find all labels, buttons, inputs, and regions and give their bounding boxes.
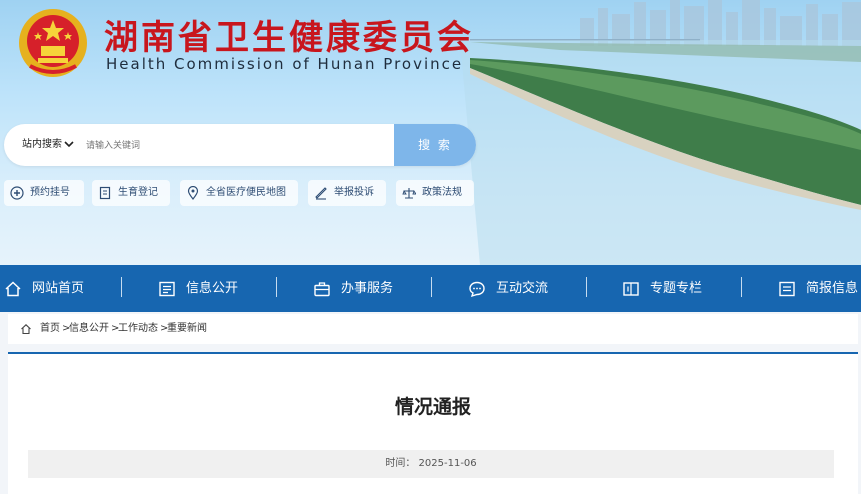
nav-divider — [431, 277, 432, 297]
chat-icon — [469, 281, 485, 298]
article-date: 2025-11-06 — [418, 458, 477, 469]
quick-link-policy[interactable]: 政策法规 — [396, 180, 474, 206]
nav-label: 信息公开 — [186, 281, 239, 296]
breadcrumb-work-news[interactable]: 工作动态 — [118, 314, 158, 344]
nav-item-briefing[interactable]: 简报信息 — [778, 265, 861, 312]
hospital-plus-icon — [10, 186, 24, 200]
quick-link-complaint[interactable]: 举报投诉 — [308, 180, 386, 206]
nav-label: 网站首页 — [32, 281, 85, 296]
nav-label: 专题专栏 — [650, 281, 703, 296]
home-icon — [21, 324, 31, 335]
date-label: 时间： — [385, 458, 416, 469]
nav-divider — [741, 277, 742, 297]
national-emblem-icon — [19, 9, 87, 77]
map-pin-icon — [187, 186, 199, 200]
nav-item-interaction[interactable]: 互动交流 — [468, 265, 568, 312]
quick-link-label: 预约挂号 — [30, 187, 70, 198]
report-icon — [315, 187, 327, 200]
quick-link-medical-map[interactable]: 全省医疗便民地图 — [180, 180, 298, 206]
document-icon — [99, 186, 111, 200]
search-scope-select[interactable]: 站内搜索 — [22, 124, 62, 166]
quick-link-label: 全省医疗便民地图 — [206, 187, 286, 198]
topic-icon — [623, 282, 639, 296]
nav-divider — [276, 277, 277, 297]
breadcrumb-important-news[interactable]: 重要新闻 — [167, 314, 207, 344]
header-banner: 湖南省卫生健康委员会 Health Commission of Hunan Pr… — [0, 0, 861, 265]
search-input[interactable] — [84, 132, 388, 160]
breadcrumb-home[interactable]: 首页 — [40, 314, 60, 344]
search-button[interactable]: 搜 索 — [394, 124, 476, 166]
nav-item-info-disclosure[interactable]: 信息公开 — [158, 265, 258, 312]
site-subtitle: Health Commission of Hunan Province — [106, 55, 464, 73]
breadcrumb: 首页 > 信息公开 > 工作动态 > 重要新闻 — [8, 314, 858, 344]
quick-link-appointment[interactable]: 预约挂号 — [4, 180, 84, 206]
nav-divider — [121, 277, 122, 297]
quick-link-label: 生育登记 — [118, 187, 158, 198]
article-meta: 时间： 2025-11-06 — [28, 450, 834, 478]
site-title: 湖南省卫生健康委员会 — [104, 18, 474, 58]
quick-link-label: 举报投诉 — [334, 187, 374, 198]
home-icon — [5, 281, 21, 297]
brief-icon — [779, 281, 795, 297]
info-list-icon — [159, 281, 175, 297]
nav-label: 办事服务 — [341, 281, 394, 296]
scale-icon — [402, 188, 416, 199]
nav-label: 互动交流 — [496, 281, 549, 296]
quick-link-birth-registration[interactable]: 生育登记 — [92, 180, 170, 206]
nav-divider — [586, 277, 587, 297]
chevron-down-icon[interactable] — [64, 139, 74, 149]
nav-item-services[interactable]: 办事服务 — [313, 265, 413, 312]
search-bar: 站内搜索 搜 索 — [4, 124, 476, 166]
quick-link-label: 政策法规 — [422, 187, 462, 198]
briefcase-icon — [314, 282, 330, 297]
nav-label: 简报信息 — [806, 281, 859, 296]
article-panel: 情况通报 时间： 2025-11-06 — [8, 352, 858, 494]
breadcrumb-info-disclosure[interactable]: 信息公开 — [69, 314, 109, 344]
nav-item-home[interactable]: 网站首页 — [4, 265, 104, 312]
article-title: 情况通报 — [394, 396, 471, 418]
nav-item-topics[interactable]: 专题专栏 — [622, 265, 722, 312]
